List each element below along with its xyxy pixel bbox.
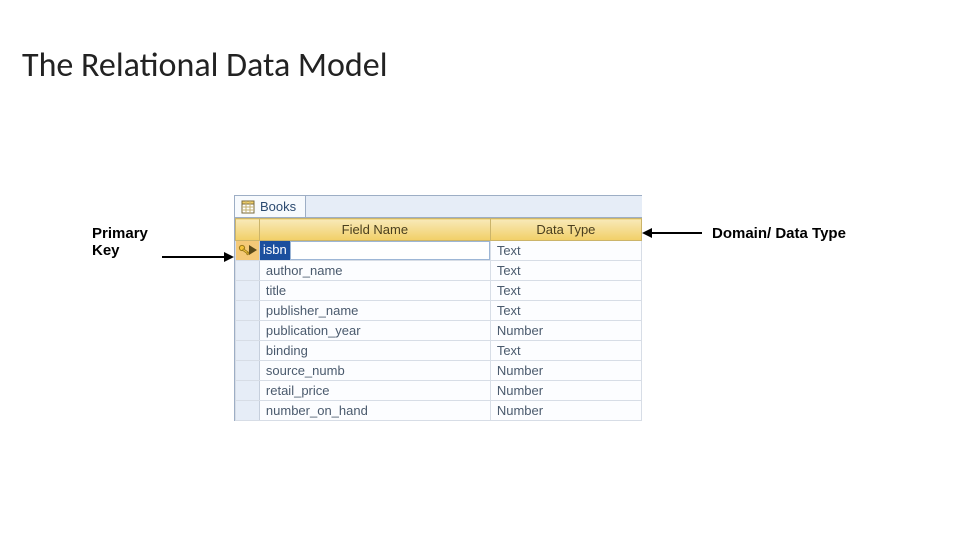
- row-selector[interactable]: [236, 381, 260, 401]
- row-selector[interactable]: [236, 301, 260, 321]
- table-row[interactable]: publication_yearNumber: [236, 321, 642, 341]
- field-name-editor[interactable]: [290, 241, 490, 260]
- row-selector-header: [236, 219, 260, 241]
- row-selector[interactable]: [236, 401, 260, 421]
- row-selector[interactable]: [236, 321, 260, 341]
- data-type-cell[interactable]: Number: [490, 401, 641, 421]
- field-name-cell[interactable]: binding: [259, 341, 490, 361]
- data-type-cell[interactable]: Text: [490, 281, 641, 301]
- field-name-cell[interactable]: retail_price: [259, 381, 490, 401]
- field-name-cell[interactable]: author_name: [259, 261, 490, 281]
- field-name-cell[interactable]: publication_year: [259, 321, 490, 341]
- table-row[interactable]: publisher_nameText: [236, 301, 642, 321]
- tab-books[interactable]: Books: [235, 196, 306, 217]
- table-row[interactable]: retail_priceNumber: [236, 381, 642, 401]
- data-type-cell[interactable]: Text: [490, 341, 641, 361]
- table-row[interactable]: source_numbNumber: [236, 361, 642, 381]
- data-type-cell[interactable]: Number: [490, 361, 641, 381]
- header-row: Field Name Data Type: [236, 219, 642, 241]
- column-header-data-type[interactable]: Data Type: [490, 219, 641, 241]
- data-type-cell[interactable]: Text: [490, 301, 641, 321]
- table-icon: [241, 200, 255, 214]
- row-selector[interactable]: [236, 241, 260, 261]
- field-name-cell[interactable]: isbn: [259, 241, 490, 261]
- field-name-cell[interactable]: title: [259, 281, 490, 301]
- annotation-primary-key: Primary Key: [92, 225, 172, 259]
- current-row-indicator-icon: [249, 243, 257, 258]
- row-selector[interactable]: [236, 361, 260, 381]
- table-row[interactable]: isbn Text: [236, 241, 642, 261]
- row-selector[interactable]: [236, 261, 260, 281]
- data-type-cell[interactable]: Text: [490, 241, 641, 261]
- field-name-cell[interactable]: source_numb: [259, 361, 490, 381]
- row-selector[interactable]: [236, 341, 260, 361]
- data-type-cell[interactable]: Number: [490, 321, 641, 341]
- column-header-field-name[interactable]: Field Name: [259, 219, 490, 241]
- table-row[interactable]: number_on_handNumber: [236, 401, 642, 421]
- tab-label: Books: [260, 199, 296, 214]
- row-selector[interactable]: [236, 281, 260, 301]
- table-row[interactable]: bindingText: [236, 341, 642, 361]
- page-title: The Relational Data Model: [22, 45, 388, 86]
- field-name-value: isbn: [260, 241, 290, 260]
- table-designer-panel: Books Field Name Data Type isbnTextautho…: [234, 195, 642, 421]
- field-name-cell[interactable]: publisher_name: [259, 301, 490, 321]
- table-row[interactable]: author_nameText: [236, 261, 642, 281]
- field-name-cell[interactable]: number_on_hand: [259, 401, 490, 421]
- field-grid: Field Name Data Type isbnTextauthor_name…: [235, 218, 642, 421]
- arrow-primary-key: [162, 256, 232, 258]
- annotation-domain-data-type: Domain/ Data Type: [712, 225, 846, 242]
- arrow-data-type: [644, 232, 702, 234]
- data-type-cell[interactable]: Text: [490, 261, 641, 281]
- tab-bar: Books: [235, 195, 642, 218]
- data-type-cell[interactable]: Number: [490, 381, 641, 401]
- table-row[interactable]: titleText: [236, 281, 642, 301]
